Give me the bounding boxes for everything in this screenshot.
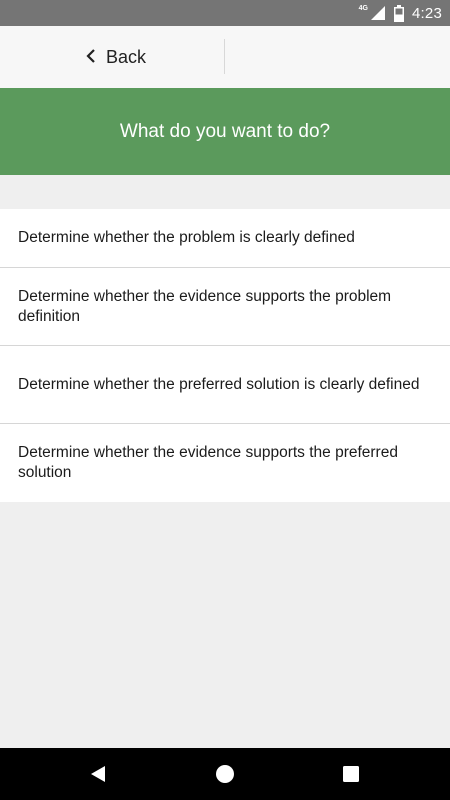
- option-evidence-problem[interactable]: Determine whether the evidence supports …: [0, 268, 450, 346]
- option-label: Determine whether the problem is clearly…: [18, 229, 355, 246]
- nav-recents-icon[interactable]: [331, 748, 371, 800]
- option-label: Determine whether the preferred solution…: [18, 375, 420, 393]
- screen: 4G 4:23 Back What do you want to do? Det…: [0, 0, 450, 800]
- top-nav-bar: Back: [0, 26, 450, 89]
- option-label: Determine whether the evidence supports …: [18, 287, 392, 325]
- status-bar: 4G 4:23: [0, 0, 450, 26]
- page-title: What do you want to do?: [119, 120, 331, 142]
- option-label: Determine whether the evidence supports …: [18, 444, 398, 481]
- clock: 4:23: [412, 4, 442, 22]
- chevron-left-icon: [86, 47, 96, 68]
- back-label: Back: [106, 46, 147, 67]
- signal-icon: [370, 5, 386, 21]
- system-nav-bar: [0, 748, 450, 800]
- status-icons: 4G 4:23: [359, 0, 442, 26]
- options-list: Determine whether the problem is clearly…: [0, 209, 450, 502]
- option-problem-defined[interactable]: Determine whether the problem is clearly…: [0, 209, 450, 268]
- nav-back-icon[interactable]: [78, 748, 118, 800]
- nav-divider: [224, 39, 225, 74]
- battery-icon: [394, 4, 404, 22]
- back-button[interactable]: Back: [86, 26, 146, 88]
- option-evidence-solution[interactable]: Determine whether the evidence supports …: [0, 424, 450, 502]
- network-type-label: 4G: [358, 4, 368, 12]
- page-header: What do you want to do?: [0, 88, 450, 175]
- nav-home-icon[interactable]: [205, 748, 245, 800]
- option-solution-defined[interactable]: Determine whether the preferred solution…: [0, 346, 450, 424]
